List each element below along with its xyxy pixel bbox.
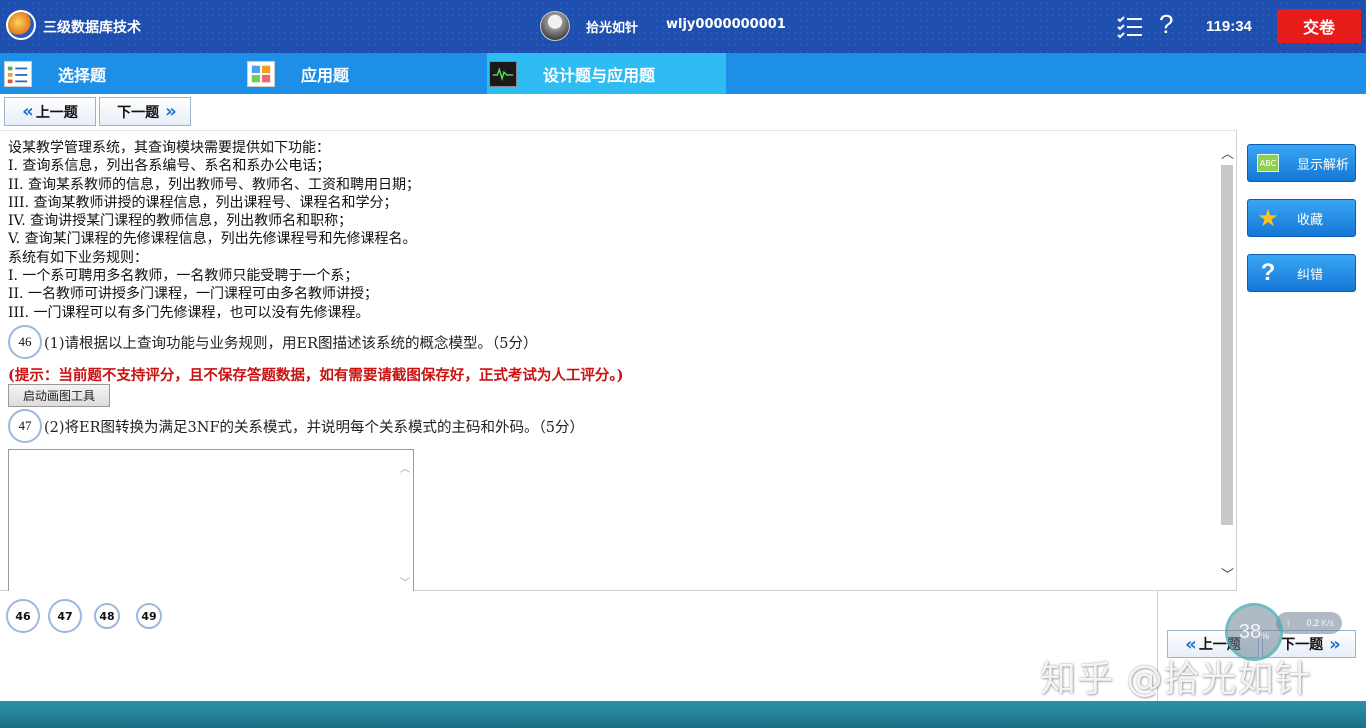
submit-exam-button[interactable]: 交卷	[1277, 9, 1361, 43]
star-icon: ★	[1257, 204, 1279, 232]
favorite-button[interactable]: ★ 收藏	[1247, 199, 1356, 237]
user-name: 拾光如针	[586, 21, 639, 36]
tab-label: 设计题与应用题	[543, 65, 656, 85]
show-analysis-button[interactable]: ABC 显示解析	[1247, 144, 1356, 182]
prev-label: 上一题	[35, 104, 78, 121]
scrollbar-thumb[interactable]	[1221, 165, 1233, 525]
app-logo	[6, 10, 36, 40]
prev-question-button[interactable]: « 上一题	[4, 97, 96, 126]
status-bar	[0, 701, 1366, 728]
network-speed-indicator: ↑ 0.2 K/s	[1276, 612, 1342, 634]
help-icon[interactable]: ?	[1159, 9, 1173, 40]
question-jump-46[interactable]: 46	[6, 599, 40, 633]
question-scrollbar[interactable]: ︿ ﹀	[1219, 139, 1235, 585]
question-stem: 设某教学管理系统，其查询模块需要提供如下功能： I. 查询系信息，列出各系编号、…	[8, 139, 1208, 322]
tool-panel: ABC 显示解析 ★ 收藏 ? 纠错	[1236, 130, 1366, 591]
user-id: wljy0000000001	[666, 17, 786, 32]
upload-arrow-icon: ↑	[1286, 618, 1291, 628]
question-icon: ?	[1260, 259, 1276, 286]
question-jump-47[interactable]: 47	[48, 599, 82, 633]
question-line: 系统有如下业务规则：	[8, 249, 148, 266]
speed-unit: K/s	[1320, 618, 1334, 628]
scroll-up-icon[interactable]: ︿	[400, 460, 410, 475]
usage-unit: %	[1261, 631, 1270, 641]
app-title: 三级数据库技术	[43, 20, 141, 36]
subquestion-text: (1)请根据以上查询功能与业务规则，用ER图描述该系统的概念模型。（5分）	[44, 335, 538, 352]
tab-application-questions[interactable]: 应用题	[247, 53, 487, 94]
speed-rate: 0.2	[1306, 618, 1319, 628]
question-line: I. 查询系信息，列出各系编号、系名和系办公电话；	[8, 158, 331, 175]
scroll-down-icon[interactable]: ﹀	[400, 574, 410, 589]
question-line: II. 查询某系教师的信息，列出教师号、教师名、工资和聘用日期；	[8, 176, 420, 193]
tab-label: 应用题	[301, 65, 350, 85]
question-number-badge: 46	[8, 325, 42, 359]
tab-label: 选择题	[58, 65, 107, 85]
question-jump-48[interactable]: 48	[94, 603, 120, 629]
scoring-hint: (提示：当前题不支持评分，且不保存答题数据，如有需要请截图保存好，正式考试为人工…	[8, 367, 624, 384]
next-label: 下一题	[117, 104, 160, 121]
question-line: III. 一门课程可以有多门先修课程，也可以没有先修课程。	[8, 304, 370, 321]
tool-label: 收藏	[1297, 212, 1324, 228]
watermark: 知乎 @拾光如针	[1040, 659, 1312, 700]
tab-choice-questions[interactable]: 选择题	[4, 53, 244, 94]
checklist-icon[interactable]	[1117, 15, 1143, 39]
subquestion-46: 46 (1)请根据以上查询功能与业务规则，用ER图描述该系统的概念模型。（5分）	[8, 325, 538, 359]
monitor-icon	[489, 60, 517, 87]
usage-percent: 38	[1238, 620, 1262, 643]
double-chevron-left-icon: «	[22, 101, 33, 122]
scroll-up-icon[interactable]: ︿	[1221, 143, 1234, 162]
double-chevron-right-icon: »	[165, 101, 176, 122]
question-line: 设某教学管理系统，其查询模块需要提供如下功能：	[8, 140, 330, 156]
avatar	[540, 11, 570, 41]
question-line: III. 查询某教师讲授的课程信息，列出课程号、课程名和学分；	[8, 194, 398, 211]
section-tabs: 选择题 应用题 设计题与应用题	[0, 53, 1366, 94]
subquestion-47: 47 (2)将ER图转换为满足3NF的关系模式，并说明每个关系模式的主码和外码。…	[8, 409, 584, 443]
grid-icon	[247, 60, 275, 87]
tab-design-questions[interactable]: 设计题与应用题	[487, 53, 726, 94]
countdown-timer: 119:34	[1206, 18, 1252, 35]
launch-drawing-tool-button[interactable]: 启动画图工具	[8, 384, 110, 407]
double-chevron-right-icon: »	[1329, 633, 1340, 655]
question-panel: 设某教学管理系统，其查询模块需要提供如下功能： I. 查询系信息，列出各系编号、…	[0, 130, 1236, 592]
question-line: IV. 查询讲授某门课程的教师信息，列出教师名和职称；	[8, 213, 353, 230]
report-error-button[interactable]: ? 纠错	[1247, 254, 1356, 292]
subquestion-text: (2)将ER图转换为满足3NF的关系模式，并说明每个关系模式的主码和外码。（5分…	[44, 419, 584, 436]
question-line: II. 一名教师可讲授多门课程，一门课程可由多名教师讲授；	[8, 286, 378, 303]
question-line: I. 一个系可聘用多名教师，一名教师只能受聘于一个系；	[8, 268, 359, 285]
next-question-button[interactable]: 下一题 »	[99, 97, 191, 126]
question-jump-49[interactable]: 49	[136, 603, 162, 629]
answer-textarea[interactable]: ︿ ﹀	[8, 449, 414, 592]
question-line: V. 查询某门课程的先修课程信息，列出先修课程号和先修课程名。	[8, 231, 417, 248]
header-bar: 三级数据库技术 拾光如针 wljy0000000001 ? 119:34 交卷	[0, 0, 1366, 53]
scroll-down-icon[interactable]: ﹀	[1221, 564, 1234, 583]
abc-icon: ABC	[1257, 154, 1279, 172]
tool-label: 显示解析	[1297, 157, 1350, 173]
question-number-badge: 47	[8, 409, 42, 443]
tool-label: 纠错	[1297, 267, 1324, 283]
list-icon	[4, 60, 32, 87]
